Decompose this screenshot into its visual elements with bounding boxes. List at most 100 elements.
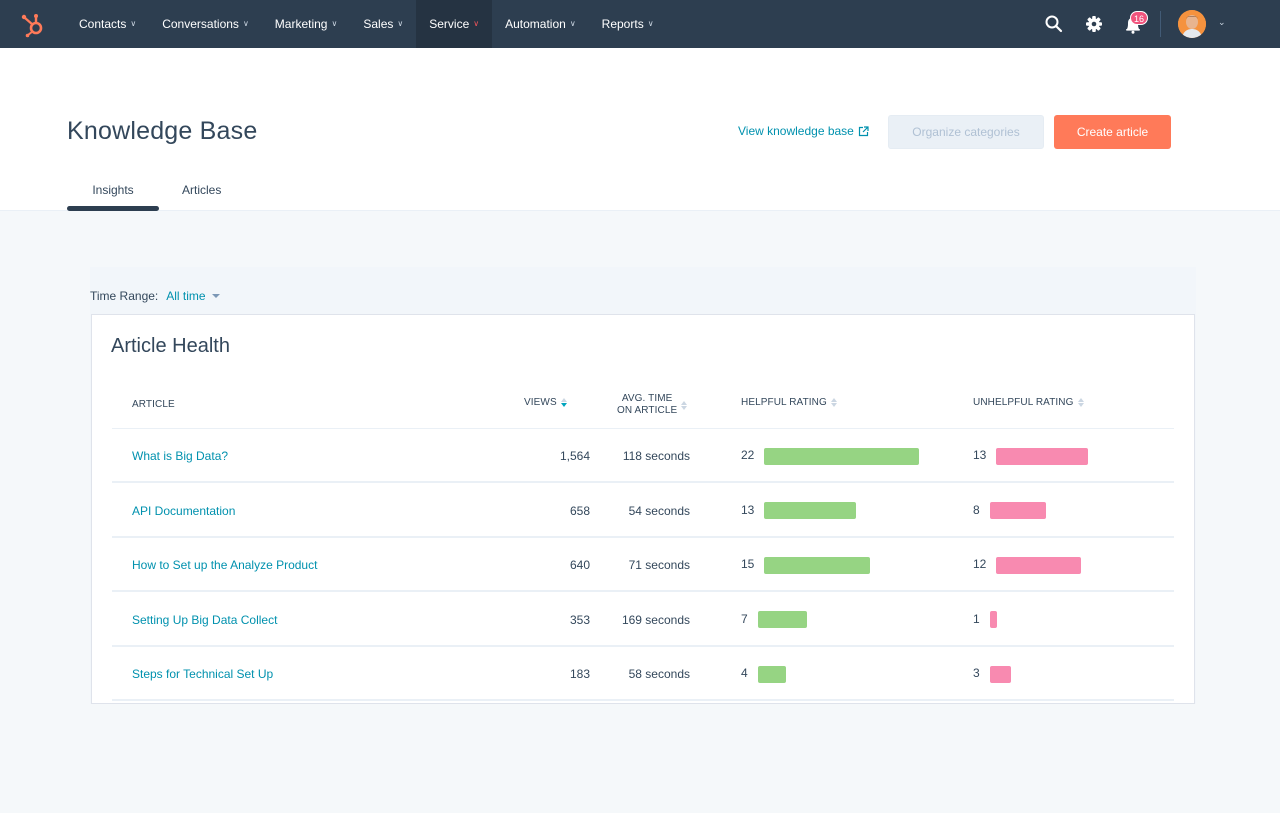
unhelpful-rating-cell: 12 [973,538,1081,592]
unhelpful-rating-bar [996,556,1081,574]
article-link[interactable]: Setting Up Big Data Collect [132,593,277,647]
column-header-article: ARTICLE [132,399,175,410]
sort-descending-icon [560,397,567,407]
helpful-header-label: HELPFUL RATING [741,397,827,408]
views-value: 640 [569,558,590,572]
chevron-down-icon: ∨ [569,18,576,28]
views-value: 658 [569,503,590,518]
avg-time-value: 118 seconds [622,449,690,463]
unhelpful-rating-cell: 1 [973,593,997,647]
unhelpful-rating-value: 3 [973,666,980,680]
nav-item-reports[interactable]: Reports ∨ [589,0,667,48]
unhelpful-rating-bar [989,502,1047,519]
account-chevron-down-icon[interactable]: ⌄ [1218,17,1226,28]
unhelpful-header-label: UNHELPFUL RATING [973,397,1074,408]
user-photo-icon [1178,10,1206,38]
sort-icon [681,400,688,410]
time-range-filter: Time Range: All time [90,289,220,303]
nav-divider [1160,11,1161,37]
article-link[interactable]: What is Big Data? [132,429,228,483]
card-title: Article Health [111,335,230,357]
avg-time-value: 169 seconds [621,612,690,627]
unhelpful-rating-value: 12 [973,557,987,571]
external-link-icon [858,125,869,136]
organize-categories-button[interactable]: Organize categories [888,115,1044,149]
column-header-avg-time[interactable]: AVG. TIME ON ARTICLE [617,393,688,417]
views-value: 183 [569,667,590,681]
avg-time-header-line1: AVG. TIME [621,393,673,404]
nav-item-marketing[interactable]: Marketing ∨ [262,0,351,48]
nav-item-label: Service [429,17,470,31]
unhelpful-rating-bar [989,665,1011,683]
column-header-views[interactable]: VIEWS [524,397,567,408]
nav-item-label: Conversations [162,17,239,31]
unhelpful-rating-value: 13 [973,448,987,462]
avatar[interactable] [1178,10,1206,38]
nav-item-conversations[interactable]: Conversations ∨ [149,0,262,48]
nav-item-label: Reports [601,17,644,31]
nav-item-label: Sales [363,17,394,31]
create-article-button[interactable]: Create article [1054,115,1171,149]
article-link[interactable]: How to Set up the Analyze Product [132,538,317,592]
time-range-dropdown[interactable]: All time [166,289,220,303]
helpful-rating-bar [764,447,920,465]
avg-time-header-line2: ON ARTICLE [617,405,678,416]
time-range-value: All time [166,289,206,303]
nav-item-contacts[interactable]: Contacts ∨ [66,0,149,48]
chevron-down-icon: ∨ [647,18,654,28]
unhelpful-rating-value: 1 [973,611,980,626]
tab-articles[interactable]: Articles [182,183,221,197]
search-icon[interactable] [1043,13,1065,35]
gear-icon[interactable] [1083,13,1105,35]
top-nav: Contacts ∨ Conversations ∨ Marketing ∨ Sales ∨ S… [0,0,1280,48]
chevron-down-icon: ∨ [473,18,480,28]
article-link[interactable]: API Documentation [132,484,235,538]
nav-item-automation[interactable]: Automation ∨ [492,0,589,48]
helpful-rating-bar [757,611,808,628]
unhelpful-rating-cell: 13 [973,429,1088,483]
notification-badge: 16 [1130,11,1149,25]
page-title: Knowledge Base [67,117,258,145]
views-value: 353 [569,612,590,627]
unhelpful-rating-cell: 3 [973,647,1011,701]
helpful-rating-value: 15 [741,557,755,571]
view-knowledge-base-link[interactable]: View knowledge base [738,124,869,138]
column-header-unhelpful-rating[interactable]: UNHELPFUL RATING [973,397,1084,408]
sort-icon [1077,397,1084,407]
tab-insights[interactable]: Insights [68,183,158,197]
time-range-label: Time Range: [90,289,159,303]
chevron-down-icon: ∨ [242,18,249,28]
helpful-rating-cell: 7 [741,593,808,647]
nav-item-sales[interactable]: Sales ∨ [350,0,416,48]
unhelpful-rating-value: 8 [973,502,980,517]
helpful-rating-cell: 15 [741,538,871,592]
helpful-rating-cell: 13 [741,484,856,538]
nav-menu: Contacts ∨ Conversations ∨ Marketing ∨ Sales ∨ S… [66,0,667,48]
sort-icon [830,397,837,407]
unhelpful-rating-cell: 8 [973,484,1047,538]
helpful-rating-cell: 4 [741,647,786,701]
table-row: Setting Up Big Data Collect 353 169 second… [112,593,1174,647]
avg-time-value: 71 seconds [628,558,690,572]
nav-item-label: Marketing [274,17,328,31]
chevron-down-icon: ∨ [130,18,137,28]
views-header-label: VIEWS [524,397,557,408]
view-knowledge-base-label: View knowledge base [738,124,854,138]
article-link[interactable]: Steps for Technical Set Up [132,647,273,701]
nav-item-label: Contacts [79,17,127,31]
helpful-rating-value: 22 [741,448,755,462]
table-row: Steps for Technical Set Up 183 58 seconds 4… [112,647,1174,701]
views-value: 1,564 [559,449,590,463]
nav-item-label: Automation [505,17,566,31]
table-row: How to Set up the Analyze Product 640 71 s… [112,538,1174,592]
article-health-card: Article Health ARTICLE VIEWS AVG. TIME O… [91,314,1195,704]
table-row: API Documentation 658 54 seconds 13 8 [112,484,1174,538]
page-header: Knowledge Base View knowledge base Organ… [0,48,1280,211]
chevron-down-icon: ∨ [397,18,404,28]
column-header-helpful-rating[interactable]: HELPFUL RATING [741,397,837,408]
caret-down-icon [211,294,220,298]
hubspot-logo[interactable] [20,12,46,38]
helpful-rating-bar [764,556,871,574]
nav-item-service[interactable]: Service ∨ [416,0,493,48]
avg-time-value: 58 seconds [628,667,690,681]
